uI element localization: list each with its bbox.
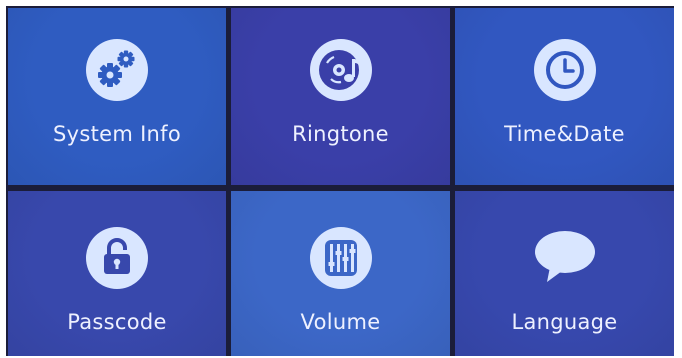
tile-time-and-date[interactable]: Time&Date xyxy=(455,8,674,185)
settings-menu-screen: System Info Ringtone Time&Date Passcode … xyxy=(6,6,674,356)
speech-bubble-icon xyxy=(534,227,596,289)
tile-passcode[interactable]: Passcode xyxy=(8,191,226,356)
tile-label-ringtone: Ringtone xyxy=(292,122,389,146)
volume-sliders-icon xyxy=(309,227,372,289)
tile-label-language: Language xyxy=(511,310,618,334)
tile-label-time-and-date: Time&Date xyxy=(504,122,625,146)
tile-label-system-info: System Info xyxy=(52,122,182,146)
tile-system-info[interactable]: System Info xyxy=(8,8,226,185)
music-disc-icon xyxy=(309,39,372,101)
tile-volume[interactable]: Volume xyxy=(231,191,450,356)
gears-icon xyxy=(86,39,148,101)
tile-language[interactable]: Language xyxy=(455,191,674,356)
clock-icon xyxy=(533,39,596,101)
tile-label-passcode: Passcode xyxy=(67,310,167,334)
tile-label-volume: Volume xyxy=(300,310,381,334)
lock-icon xyxy=(86,227,148,289)
tile-ringtone[interactable]: Ringtone xyxy=(231,8,450,185)
